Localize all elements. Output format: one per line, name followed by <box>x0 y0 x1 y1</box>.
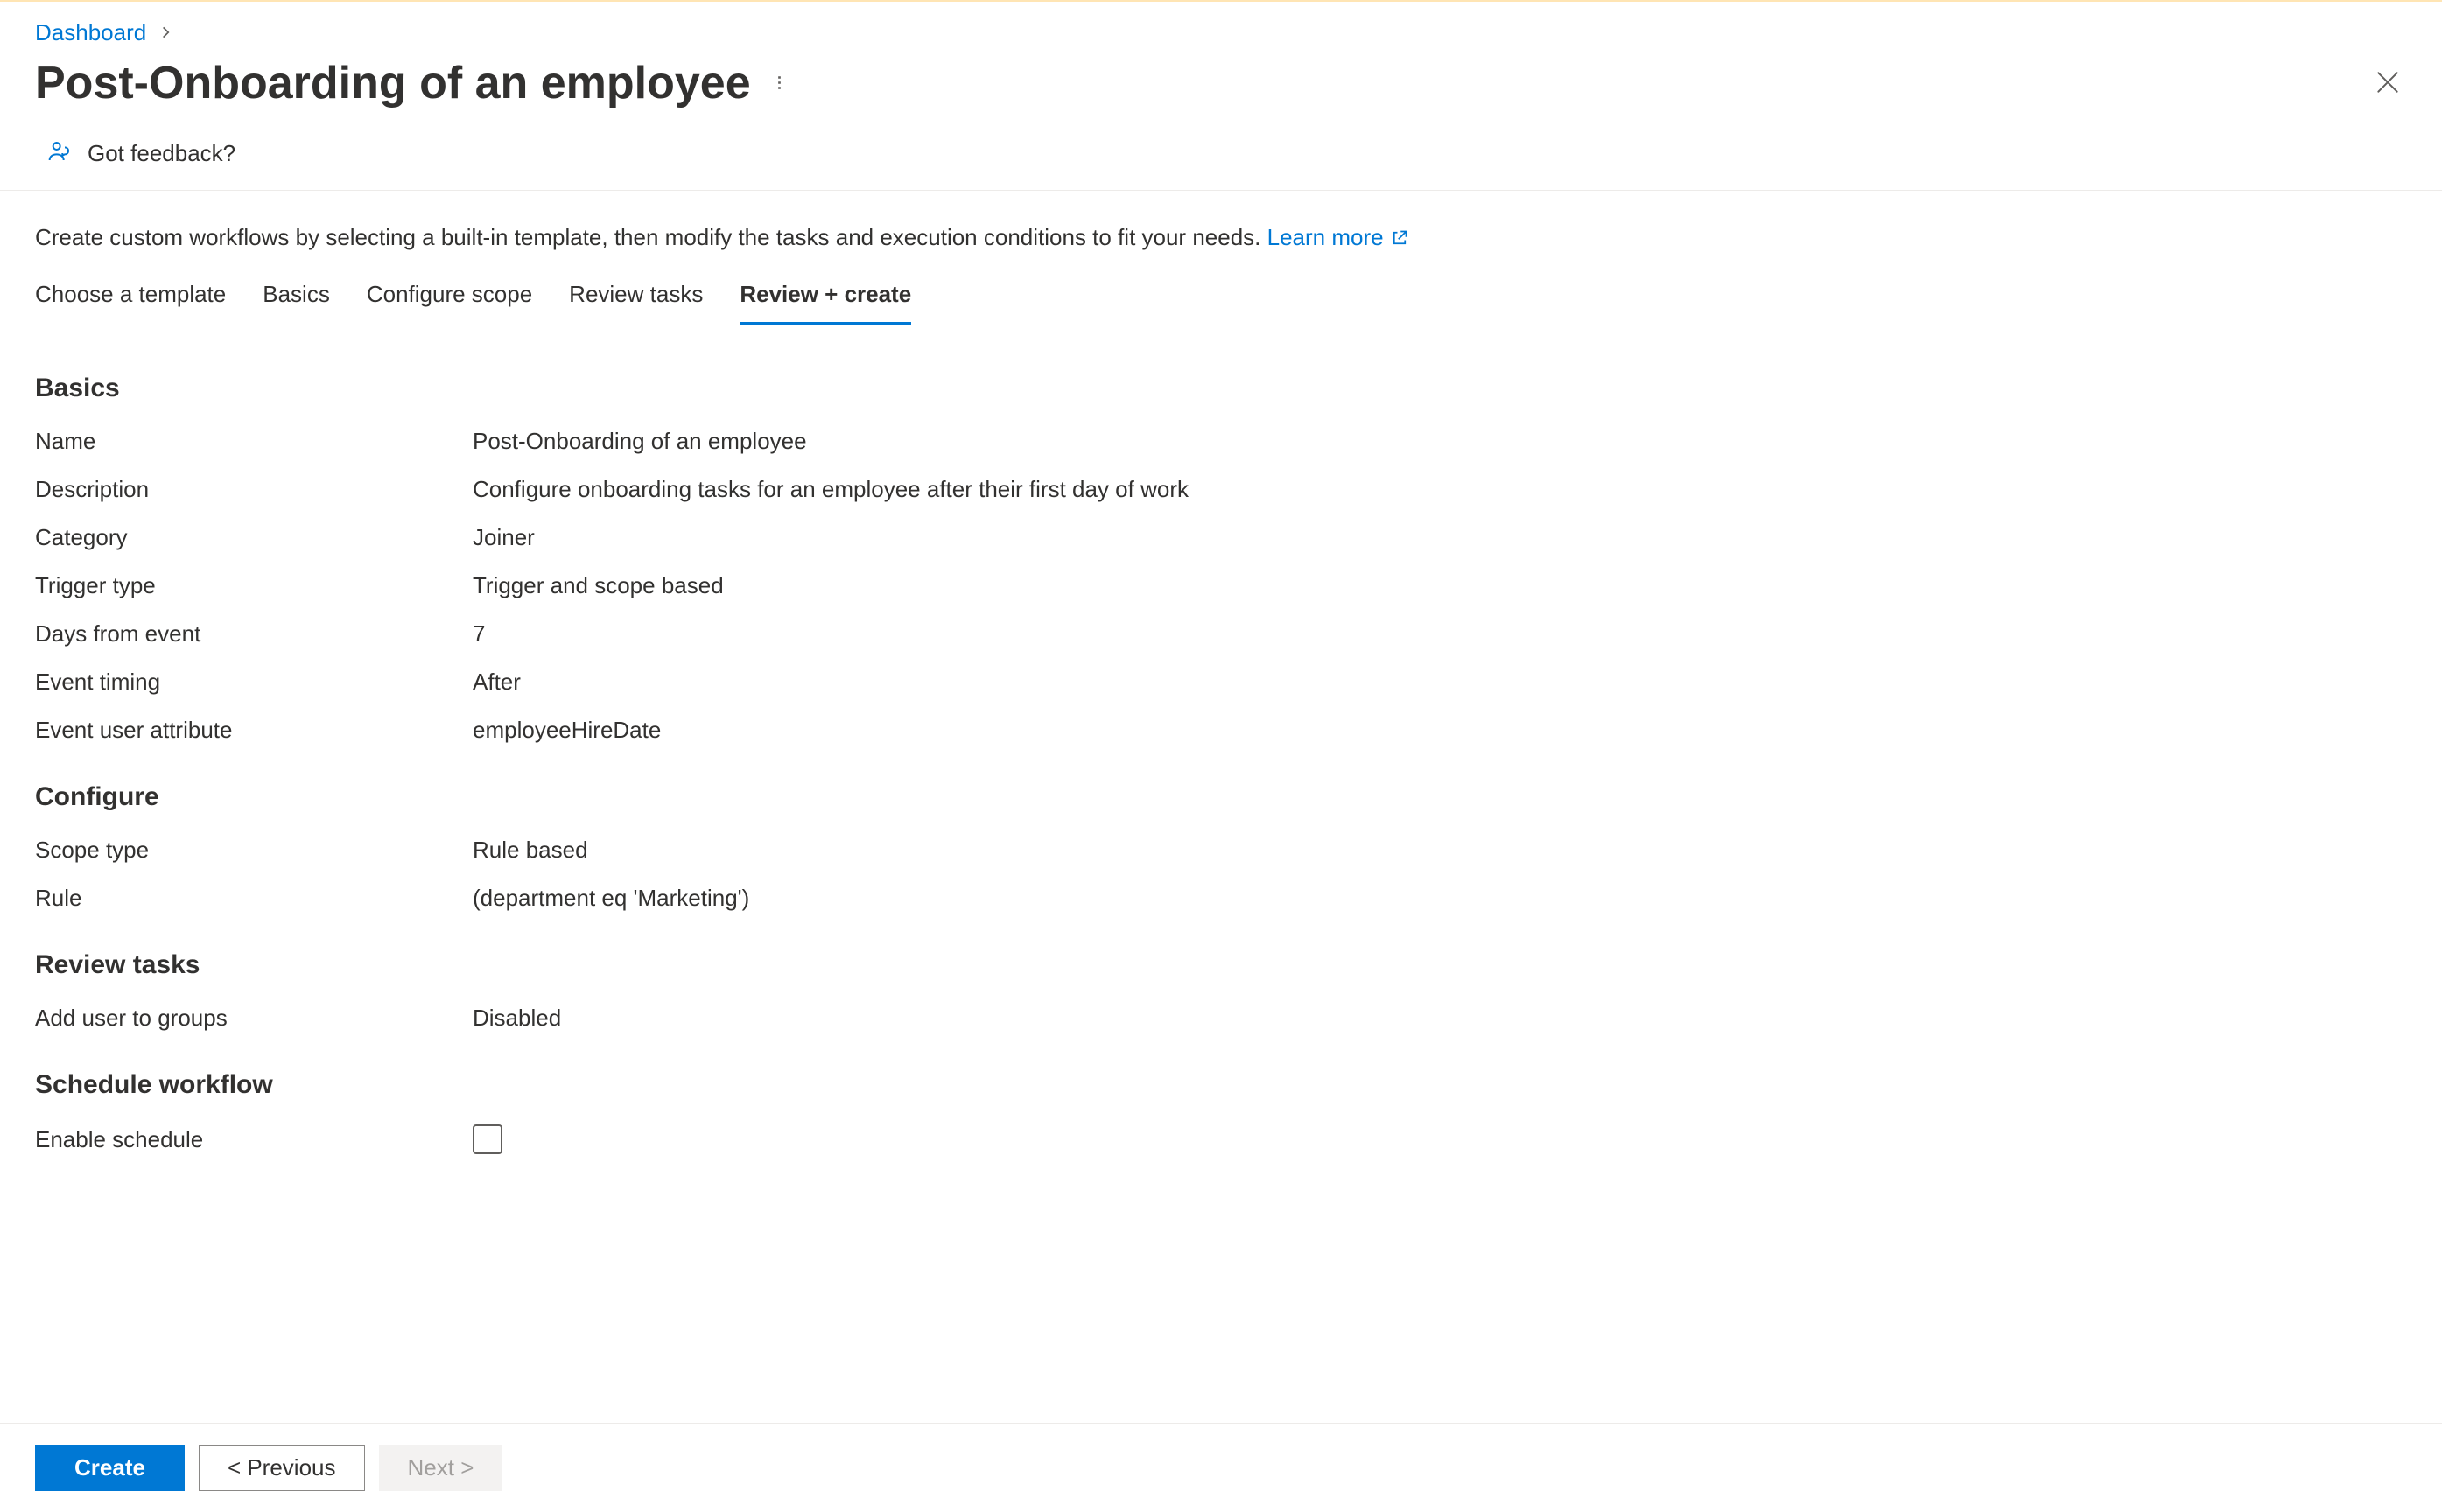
label-trigger-type: Trigger type <box>35 572 473 599</box>
row-days-from-event: Days from event 7 <box>35 610 2407 658</box>
feedback-icon <box>47 139 75 167</box>
label-add-user-to-groups: Add user to groups <box>35 1004 473 1032</box>
label-rule: Rule <box>35 885 473 912</box>
row-trigger-type: Trigger type Trigger and scope based <box>35 562 2407 610</box>
row-event-timing: Event timing After <box>35 658 2407 706</box>
tab-review-create[interactable]: Review + create <box>740 281 911 326</box>
value-description: Configure onboarding tasks for an employ… <box>473 476 1189 503</box>
close-button[interactable] <box>2368 63 2407 104</box>
label-enable-schedule: Enable schedule <box>35 1126 473 1153</box>
row-scope-type: Scope type Rule based <box>35 826 2407 874</box>
value-days-from-event: 7 <box>473 620 485 648</box>
section-heading-schedule: Schedule workflow <box>35 1070 2407 1100</box>
learn-more-link[interactable]: Learn more <box>1267 224 1408 251</box>
tab-configure-scope[interactable]: Configure scope <box>367 281 532 326</box>
label-description: Description <box>35 476 473 503</box>
row-add-user-to-groups: Add user to groups Disabled <box>35 994 2407 1042</box>
previous-button[interactable]: < Previous <box>199 1445 365 1491</box>
page-title-text: Post-Onboarding of an employee <box>35 57 751 109</box>
enable-schedule-checkbox[interactable] <box>473 1124 502 1154</box>
row-name: Name Post-Onboarding of an employee <box>35 417 2407 466</box>
section-heading-configure: Configure <box>35 782 2407 812</box>
row-category: Category Joiner <box>35 514 2407 562</box>
more-actions-icon[interactable]: ⋯ <box>769 74 788 92</box>
value-name: Post-Onboarding of an employee <box>473 428 807 455</box>
label-event-user-attr: Event user attribute <box>35 717 473 744</box>
row-enable-schedule: Enable schedule <box>35 1114 2407 1165</box>
external-link-icon <box>1391 229 1408 247</box>
value-category: Joiner <box>473 524 535 551</box>
label-name: Name <box>35 428 473 455</box>
tab-choose-template[interactable]: Choose a template <box>35 281 226 326</box>
section-heading-basics: Basics <box>35 374 2407 403</box>
footer: Create < Previous Next > <box>0 1423 2442 1512</box>
row-description: Description Configure onboarding tasks f… <box>35 466 2407 514</box>
feedback-bar[interactable]: Got feedback? <box>0 125 2442 191</box>
label-category: Category <box>35 524 473 551</box>
value-rule: (department eq 'Marketing') <box>473 885 749 912</box>
tab-review-tasks[interactable]: Review tasks <box>569 281 703 326</box>
value-scope-type: Rule based <box>473 836 588 864</box>
next-button: Next > <box>379 1445 503 1491</box>
value-add-user-to-groups: Disabled <box>473 1004 561 1032</box>
create-button[interactable]: Create <box>35 1445 185 1491</box>
row-event-user-attr: Event user attribute employeeHireDate <box>35 706 2407 754</box>
label-days-from-event: Days from event <box>35 620 473 648</box>
tab-bar: Choose a template Basics Configure scope… <box>35 281 2407 326</box>
tab-basics[interactable]: Basics <box>263 281 330 326</box>
page-title: Post-Onboarding of an employee ⋯ <box>35 57 788 109</box>
feedback-label: Got feedback? <box>88 140 235 167</box>
row-rule: Rule (department eq 'Marketing') <box>35 874 2407 922</box>
chevron-right-icon <box>158 22 174 46</box>
intro-text: Create custom workflows by selecting a b… <box>35 224 2407 251</box>
label-scope-type: Scope type <box>35 836 473 864</box>
intro-description: Create custom workflows by selecting a b… <box>35 224 1260 250</box>
value-trigger-type: Trigger and scope based <box>473 572 724 599</box>
section-heading-review-tasks: Review tasks <box>35 950 2407 980</box>
label-event-timing: Event timing <box>35 668 473 696</box>
value-event-timing: After <box>473 668 521 696</box>
value-event-user-attr: employeeHireDate <box>473 717 661 744</box>
breadcrumb: Dashboard <box>0 2 2442 57</box>
learn-more-label: Learn more <box>1267 224 1384 251</box>
breadcrumb-link-dashboard[interactable]: Dashboard <box>35 19 146 46</box>
